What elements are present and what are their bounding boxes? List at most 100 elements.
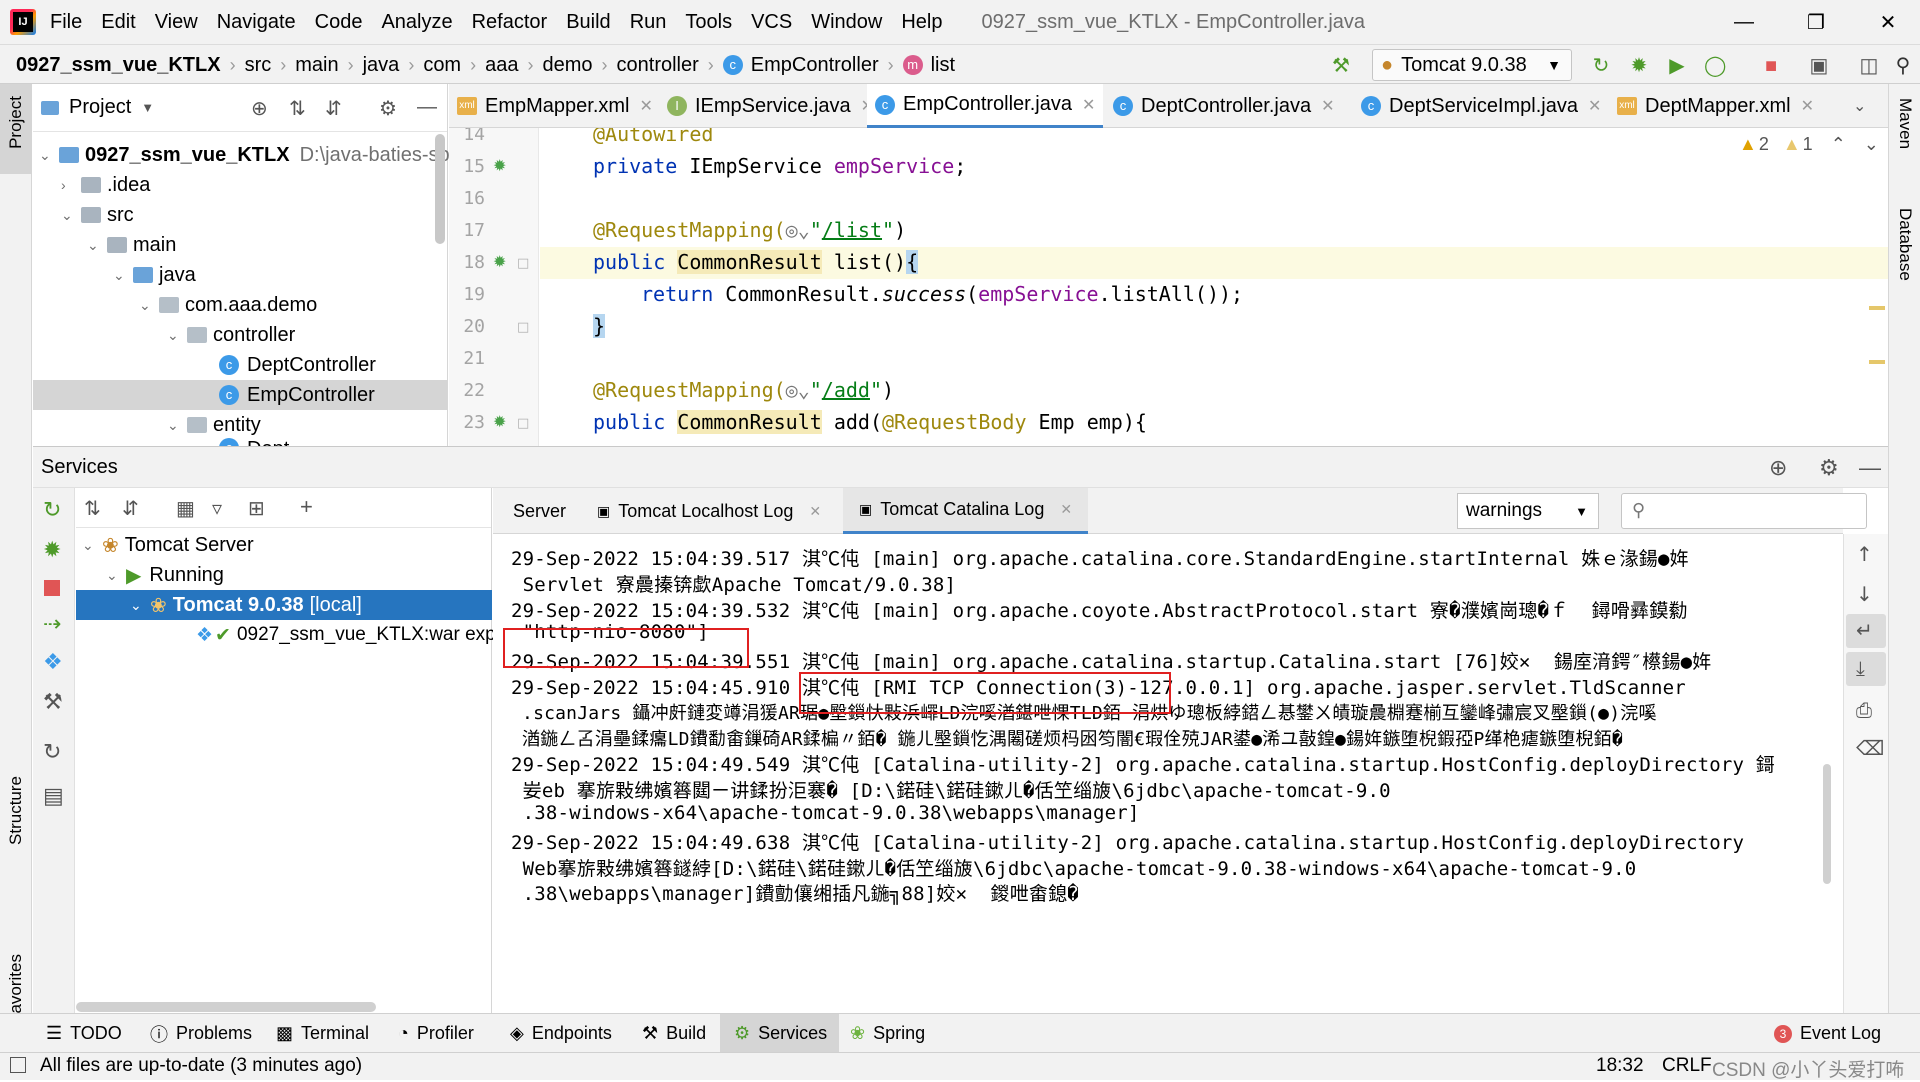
line-separator[interactable]: CRLF bbox=[1662, 1055, 1712, 1077]
tool-tab-problems[interactable]: ⓘ Problems bbox=[150, 1014, 252, 1053]
chevron-down-icon[interactable]: ⌄ bbox=[61, 207, 81, 224]
tree-item-package[interactable]: ⌄ com.aaa.demo bbox=[139, 290, 317, 320]
log-level-select[interactable]: warnings ▼ bbox=[1457, 493, 1599, 529]
tab-deptmapper-xml[interactable]: xml DeptMapper.xml ✕ bbox=[1609, 84, 1822, 128]
close-icon[interactable]: ✕ bbox=[640, 96, 653, 116]
breadcrumb-demo[interactable]: demo bbox=[542, 54, 592, 77]
tree-item-main[interactable]: ⌄ main bbox=[87, 230, 176, 260]
structure-tool-tab[interactable]: Structure bbox=[6, 776, 26, 845]
close-icon[interactable]: ✕ bbox=[1588, 96, 1601, 116]
add-icon[interactable]: + bbox=[300, 494, 313, 520]
close-icon[interactable]: ✕ bbox=[1321, 96, 1334, 116]
log-search-input[interactable]: ⚲ bbox=[1621, 493, 1867, 529]
hide-icon[interactable]: — bbox=[417, 96, 437, 119]
warning-marker[interactable] bbox=[1869, 306, 1885, 310]
breadcrumb-main[interactable]: main bbox=[295, 54, 338, 77]
new-tab-icon[interactable]: ⊞ bbox=[248, 496, 265, 521]
menu-vcs[interactable]: VCS bbox=[751, 11, 792, 34]
scrollbar[interactable] bbox=[435, 134, 445, 244]
menu-run[interactable]: Run bbox=[630, 11, 667, 34]
log-output[interactable]: 29-Sep-2022 15:04:39.517 淇℃伅 [main] org.… bbox=[493, 534, 1843, 1013]
request-url-list[interactable]: /list bbox=[822, 218, 882, 242]
deploy-icon[interactable]: ⇢ bbox=[43, 612, 61, 637]
warning-marker[interactable] bbox=[1869, 360, 1885, 364]
chevron-down-icon[interactable]: ⌄ bbox=[82, 537, 102, 554]
menu-view[interactable]: View bbox=[155, 11, 198, 34]
tree-root[interactable]: ⌄ 0927_ssm_vue_KTLX D:\java-baties-spac bbox=[39, 140, 471, 170]
tree-item-tomcat-server[interactable]: ⌄ ❀ Tomcat Server bbox=[82, 530, 254, 560]
chevron-down-icon[interactable]: ⌄ bbox=[1853, 96, 1866, 116]
tab-server[interactable]: Server bbox=[513, 488, 566, 534]
menu-file[interactable]: File bbox=[50, 11, 82, 34]
bean-gutter-icon[interactable]: ✹ bbox=[493, 156, 506, 175]
artifact-icon[interactable]: ❖ bbox=[43, 650, 63, 675]
breadcrumb-controller[interactable]: controller bbox=[617, 54, 699, 77]
fold-icon[interactable]: □ bbox=[517, 320, 529, 335]
arrow-down-icon[interactable]: ↓ bbox=[1856, 582, 1873, 606]
chevron-down-icon[interactable]: ▼ bbox=[141, 100, 154, 115]
tool-tab-terminal[interactable]: ▩ Terminal bbox=[276, 1014, 369, 1053]
chevron-down-icon[interactable]: ⌄ bbox=[139, 297, 159, 314]
tab-empcontroller[interactable]: c EmpController.java ✕ bbox=[867, 84, 1104, 128]
debug-icon[interactable]: ✹ bbox=[43, 538, 61, 563]
rerun-icon[interactable]: ↻ bbox=[1590, 55, 1612, 77]
hide-icon[interactable]: — bbox=[1859, 455, 1881, 481]
tool-tab-endpoints[interactable]: ◈ Endpoints bbox=[510, 1014, 612, 1053]
close-icon[interactable]: ✕ bbox=[809, 503, 821, 520]
caret-position[interactable]: 18:32 bbox=[1596, 1055, 1644, 1077]
tab-iempservice[interactable]: I IEmpService.java✕ bbox=[659, 84, 882, 128]
fold-icon[interactable]: □ bbox=[517, 416, 529, 431]
breadcrumb-java[interactable]: java bbox=[363, 54, 400, 77]
menu-code[interactable]: Code bbox=[315, 11, 363, 34]
chevron-down-icon[interactable]: ⌄ bbox=[130, 597, 150, 614]
event-log-button[interactable]: 3 Event Log bbox=[1774, 1014, 1881, 1053]
tree-item-controller[interactable]: ⌄ controller bbox=[167, 320, 295, 350]
tab-deptserviceimpl[interactable]: c DeptServiceImpl.java ✕ bbox=[1353, 84, 1609, 128]
chevron-down-icon[interactable]: ⌄ bbox=[87, 237, 107, 254]
tool-tab-profiler[interactable]: ◔ Profiler bbox=[398, 1014, 474, 1053]
tool-tab-spring[interactable]: ❀ Spring bbox=[850, 1014, 925, 1053]
rerun-icon[interactable]: ↻ bbox=[43, 498, 61, 523]
inspection-widget[interactable]: ▲ 2 ▲ 1 ⌃ ⌄ bbox=[1739, 134, 1879, 155]
menu-build[interactable]: Build bbox=[566, 11, 610, 34]
profile-icon[interactable]: ◯ bbox=[1704, 55, 1726, 77]
run-configuration-select[interactable]: ● Tomcat 9.0.38 ▼ bbox=[1372, 49, 1572, 81]
wrench-icon[interactable]: ⚒ bbox=[43, 690, 63, 715]
print-icon[interactable]: ⎙ bbox=[1856, 698, 1872, 722]
scroll-to-end-toggle[interactable] bbox=[1846, 652, 1886, 686]
refresh-icon[interactable]: ↻ bbox=[43, 740, 61, 765]
breadcrumb-com[interactable]: com bbox=[423, 54, 461, 77]
collapse-all-icon[interactable]: ⇵ bbox=[325, 96, 342, 121]
search-icon[interactable]: ⚲ bbox=[1892, 55, 1914, 77]
tree-item-empcontroller[interactable]: c EmpController bbox=[33, 380, 447, 410]
close-button[interactable]: ✕ bbox=[1858, 0, 1918, 44]
bean-gutter-icon[interactable]: ✹ bbox=[493, 252, 506, 271]
close-icon[interactable]: ✕ bbox=[1082, 95, 1095, 115]
tree-item-java[interactable]: ⌄ java bbox=[113, 260, 196, 290]
fold-icon[interactable]: □ bbox=[517, 256, 529, 271]
tree-item-src[interactable]: ⌄ src bbox=[61, 200, 134, 230]
chevron-down-icon[interactable]: ⌄ bbox=[39, 147, 59, 164]
toggle-tool-windows-icon[interactable] bbox=[10, 1057, 26, 1073]
menu-edit[interactable]: Edit bbox=[101, 11, 135, 34]
chevron-down-icon[interactable]: ⌄ bbox=[167, 417, 187, 434]
menu-tools[interactable]: Tools bbox=[685, 11, 732, 34]
chevron-right-icon[interactable]: › bbox=[61, 177, 81, 193]
chevron-down-icon[interactable]: ⌄ bbox=[106, 567, 126, 584]
scrollbar[interactable] bbox=[1823, 764, 1831, 884]
debug-icon[interactable]: ✹ bbox=[1628, 55, 1650, 77]
maven-tool-tab[interactable]: Maven bbox=[1895, 98, 1915, 149]
tab-localhost-log[interactable]: ▣ Tomcat Localhost Log ✕ bbox=[597, 488, 821, 534]
tree-item-deptcontroller[interactable]: c DeptController bbox=[219, 350, 376, 380]
tree-item-idea[interactable]: › .idea bbox=[61, 170, 150, 200]
restore-button[interactable]: ❐ bbox=[1786, 0, 1846, 44]
stop-icon[interactable] bbox=[44, 580, 60, 596]
horizontal-scrollbar[interactable] bbox=[76, 1002, 376, 1012]
breadcrumb-class[interactable]: EmpController bbox=[751, 54, 879, 77]
breadcrumb-project[interactable]: 0927_ssm_vue_KTLX bbox=[16, 54, 221, 77]
menu-help[interactable]: Help bbox=[901, 11, 942, 34]
breadcrumb-src[interactable]: src bbox=[245, 54, 272, 77]
menu-analyze[interactable]: Analyze bbox=[381, 11, 452, 34]
globe-icon[interactable]: ⊕ bbox=[1769, 455, 1787, 481]
tree-item-dept[interactable]: c Dept bbox=[219, 438, 289, 446]
